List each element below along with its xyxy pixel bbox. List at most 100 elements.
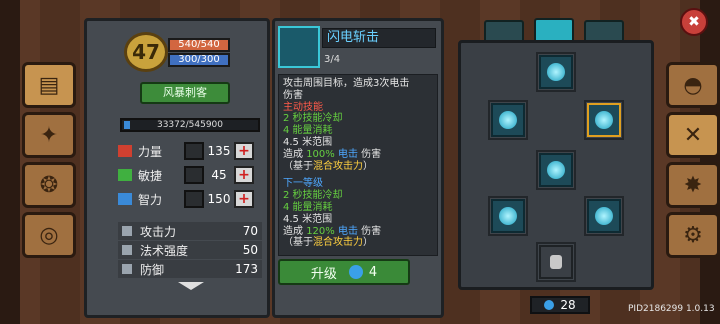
stat-value: 45 [211,168,227,182]
damage-type: 电击 [337,148,358,160]
range-text: 4.5 米范围 [283,136,333,148]
close-button[interactable]: ✖ [680,8,708,36]
upgrade-label: 升级 [310,266,337,282]
stat-label: 智力 [138,192,163,207]
hp-bar: 540/540 [168,38,230,52]
next-based-line: （基于混合攻击力） [283,237,433,249]
stat-label: 力量 [138,144,163,159]
skill-node-heart[interactable] [539,55,573,89]
sword-icon [122,226,132,236]
cooldown-text: 2 秒技能冷却 [283,113,343,125]
build-id: PID2186299 1.0.13 [628,304,715,314]
stat-plus-button[interactable]: + [234,166,254,184]
next-damage-line: 造成 120% 电击 伤害 [283,226,433,238]
attr-value: 173 [235,262,258,276]
xp-bar: 33372/545900 [120,118,260,132]
stat-row-strength: 力量 135 + [118,140,260,162]
next-level-label: 下一等级 [283,178,323,190]
skill-node-vortex[interactable] [587,199,621,233]
stat-row-intelligence: 智力 150 + [118,188,260,210]
based-prefix: （基于 [283,160,313,172]
desc-line: 攻击周围目标，造成3次电击 [283,78,410,89]
stat-minus-button[interactable] [184,190,204,208]
attr-label: 法术强度 [140,243,189,258]
left-bezel [0,0,20,324]
damage-prefix: 造成 [283,148,303,160]
tab-controls[interactable]: ◎ [22,212,76,258]
gem-count-value: 28 [560,298,576,312]
list-item: 防御 173 [118,260,262,278]
attr-value: 50 [242,243,258,257]
skill-description: 攻击周围目标，造成3次电击 伤害 主动技能 2 秒技能冷却 4 能量消耗 4.5… [278,74,438,256]
lightning-slash-icon [278,26,320,68]
vortex-skill-icon [595,207,613,225]
gem-counter: 28 [530,296,590,314]
damage-suffix: 伤害 [361,225,382,237]
tab-character[interactable]: ◓ [666,62,720,108]
damage-prefix: 造成 [283,225,303,237]
tab-talents[interactable]: ✸ [666,162,720,208]
stat-value: 150 [207,192,231,206]
attr-value: 70 [242,224,258,238]
list-item: 法术强度 50 [118,241,262,259]
based-line: （基于混合攻击力） [283,161,433,173]
damage-pct: 120% [306,225,335,237]
active-skill-label: 主动技能 [283,101,323,113]
tab-settings[interactable]: ❂ [22,162,76,208]
film-icon: ❂ [39,172,59,198]
whirl-skill-icon [499,111,517,129]
damage-pct: 100% [306,148,335,160]
intelligence-icon [118,193,132,205]
tab-options[interactable]: ⚙ [666,212,720,258]
stat-plus-button[interactable]: + [234,190,254,208]
tab-journal[interactable]: ▤ [22,62,76,108]
stat-row-agility: 敏捷 45 + [118,164,260,186]
attr-label: 防御 [140,262,165,277]
attribute-list: 攻击力 70 法术强度 50 防御 173 [118,222,262,278]
list-item: 攻击力 70 [118,222,262,240]
based-suffix: ） [363,237,373,249]
stat-minus-button[interactable] [184,142,204,160]
attr-label: 攻击力 [140,224,177,239]
dash-skill-icon [547,161,565,179]
damage-suffix: 伤害 [361,148,382,160]
next-cooldown-text: 2 秒技能冷却 [283,190,343,202]
heart-skill-icon [547,63,565,81]
lock-icon [550,255,562,269]
desc-line: 伤害 [283,89,303,101]
skill-node-burst[interactable] [491,199,525,233]
tab-map[interactable]: ✦ [22,112,76,158]
upgrade-cost: 4 [368,264,378,280]
lightning-slash-skill-icon [595,111,613,129]
based-on: 混合攻击力 [313,160,363,172]
skill-node-dash[interactable] [539,153,573,187]
level-badge: 47 [124,32,168,72]
skill-node-whirl[interactable] [491,103,525,137]
gem-icon [348,265,363,279]
energy-text: 4 能量消耗 [283,125,333,137]
stat-minus-button[interactable] [184,166,204,184]
damage-line: 造成 100% 电击 伤害 [283,149,433,161]
class-name-button[interactable]: 风暴刺客 [140,82,230,104]
magic-wand-icon [122,245,132,255]
xp-icon [124,121,130,129]
map-icon: ✦ [39,122,59,148]
tab-skills[interactable]: ✕ [666,112,720,158]
next-energy-text: 4 能量消耗 [283,201,333,213]
chevron-down-icon[interactable] [178,282,204,290]
skill-level: 3/4 [324,54,341,65]
stat-plus-button[interactable]: + [234,142,254,160]
book-icon: ▤ [38,72,60,98]
burst-skill-icon [499,207,517,225]
helmet-icon: ◓ [683,72,703,98]
upgrade-button[interactable]: 升级 4 [278,259,410,285]
wheel-icon: ◎ [39,222,59,248]
close-icon: ✖ [688,14,700,30]
next-range-text: 4.5 米范围 [283,213,333,225]
skill-node-locked[interactable] [539,245,573,279]
skill-node-lightning-slash[interactable] [587,103,621,137]
based-prefix: （基于 [283,237,313,249]
gem-icon [544,300,555,310]
agility-icon [118,169,132,181]
mp-bar: 300/300 [168,53,230,67]
